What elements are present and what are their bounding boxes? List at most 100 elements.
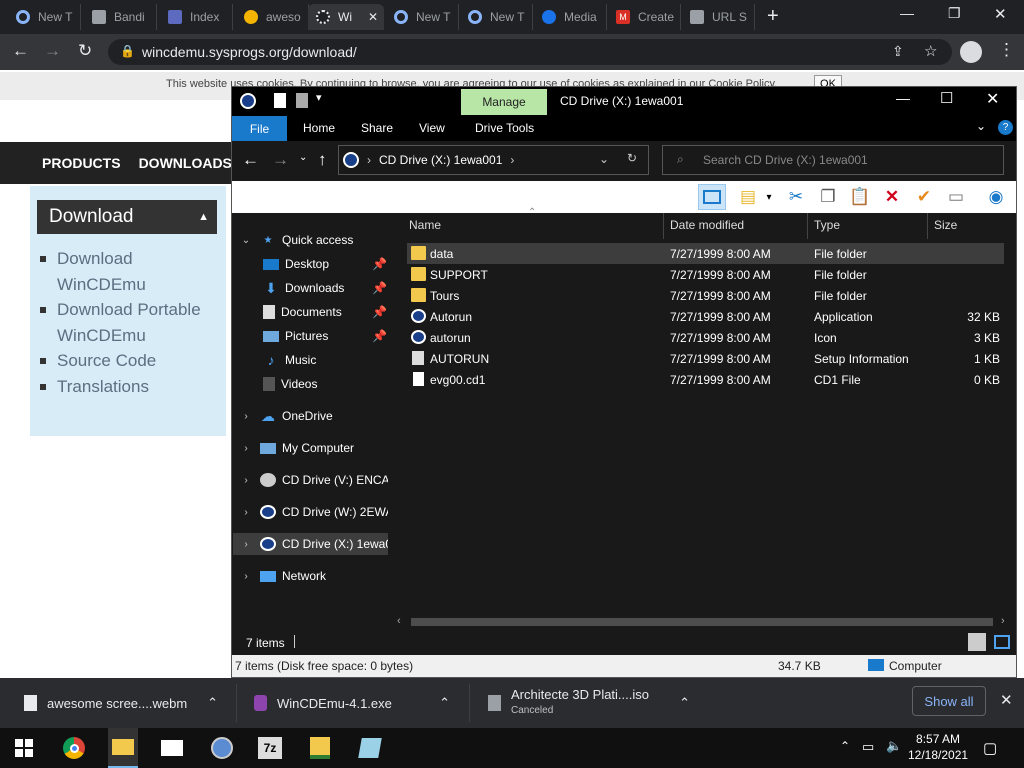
nav-downloads[interactable]: ⬇ Downloads 📌	[263, 277, 387, 299]
file-row[interactable]: SUPPORT 7/27/1999 8:00 AM File folder	[407, 264, 1004, 285]
close-shelf-icon[interactable]: ✕	[1000, 691, 1013, 709]
browser-tab[interactable]: New T	[460, 4, 533, 30]
browser-tab[interactable]: Media	[534, 4, 607, 30]
spreadsheet-icon[interactable]	[306, 734, 334, 762]
nav-quick-access[interactable]: ⌄ ★ Quick access	[238, 229, 354, 251]
cut-icon[interactable]: ✂	[784, 186, 808, 208]
download-section-header[interactable]: Download ▲	[37, 200, 217, 234]
column-size[interactable]: Size	[934, 218, 957, 232]
nav-products[interactable]: PRODUCTS	[42, 155, 121, 171]
new-folder-icon[interactable]	[296, 93, 308, 108]
globe-icon[interactable]: ◉	[984, 186, 1008, 208]
ribbon-tab-share[interactable]: Share	[361, 121, 393, 135]
chevron-up-icon[interactable]: ⌃	[207, 695, 218, 711]
app-icon[interactable]	[208, 734, 236, 762]
show-all-button[interactable]: Show all	[912, 686, 986, 716]
disc-app-icon[interactable]	[356, 734, 384, 762]
chevron-down-icon[interactable]: ⌄	[976, 119, 986, 133]
properties-icon[interactable]: ▤	[736, 186, 760, 208]
column-divider[interactable]	[807, 213, 808, 239]
manage-tab[interactable]: Manage	[461, 89, 547, 115]
file-row[interactable]: Tours 7/27/1999 8:00 AM File folder	[407, 285, 1004, 306]
nav-videos[interactable]: Videos	[263, 373, 317, 395]
help-icon[interactable]: ?	[998, 120, 1013, 135]
clock[interactable]: 8:57 AM 12/18/2021	[908, 731, 968, 763]
column-type[interactable]: Type	[814, 218, 840, 232]
nav-onedrive[interactable]: › ☁ OneDrive	[238, 405, 332, 427]
back-icon[interactable]: ←	[12, 41, 29, 61]
nav-pictures[interactable]: Pictures 📌	[263, 325, 387, 347]
bookmark-star-icon[interactable]: ☆	[924, 42, 937, 60]
7zip-icon[interactable]: 7z	[256, 734, 284, 762]
link-download-wincdemu-cont[interactable]: WinCDEmu	[40, 272, 226, 298]
nav-my-computer[interactable]: › My Computer	[238, 437, 354, 459]
nav-downloads[interactable]: DOWNLOADS	[139, 155, 232, 171]
browser-tab[interactable]: aweso	[236, 4, 309, 30]
nav-cd-drive-v[interactable]: ›CD Drive (V:) ENCART	[238, 469, 388, 491]
quick-access-dropdown-icon[interactable]: ▾	[316, 91, 322, 104]
forward-icon[interactable]: →	[44, 41, 61, 61]
column-name[interactable]: Name	[409, 218, 441, 232]
nav-documents[interactable]: Documents 📌	[263, 301, 387, 323]
nav-cd-drive-x-selected[interactable]: ›CD Drive (X:) 1ewa001	[233, 533, 388, 555]
download-item[interactable]: awesome scree....webm ⌃	[24, 678, 224, 728]
column-divider[interactable]	[927, 213, 928, 239]
browser-tab[interactable]: M Create	[608, 4, 681, 30]
file-row[interactable]: Autorun 7/27/1999 8:00 AM Application 32…	[407, 306, 1004, 327]
details-view-icon[interactable]	[968, 633, 986, 651]
reload-icon[interactable]: ↻	[78, 41, 92, 61]
close-window-icon[interactable]: ✕	[994, 5, 1007, 23]
volume-muted-icon[interactable]: 🔈	[886, 738, 902, 754]
start-icon[interactable]	[10, 734, 38, 762]
refresh-icon[interactable]: ↻	[627, 151, 637, 165]
close-window-icon[interactable]: ✕	[986, 89, 999, 109]
link-translations[interactable]: Translations	[40, 374, 226, 400]
restore-icon[interactable]: ❐	[948, 5, 961, 22]
new-tab-icon[interactable]: +	[767, 5, 779, 28]
browser-tab[interactable]: New T	[386, 4, 459, 30]
paste-icon[interactable]: 📋	[848, 186, 872, 208]
link-download-wincdemu[interactable]: Download	[40, 246, 226, 272]
ribbon-tab-file[interactable]: File	[232, 116, 287, 141]
nav-music[interactable]: ♪ Music	[263, 349, 317, 371]
download-item-canceled[interactable]: Architecte 3D Plati....iso Canceled ⌃	[488, 678, 696, 728]
large-icons-view-icon[interactable]	[994, 635, 1010, 649]
forward-icon[interactable]: →	[272, 150, 289, 170]
chevron-up-icon[interactable]: ⌃	[840, 739, 850, 753]
explorer-search-input[interactable]: ⌕ Search CD Drive (X:) 1ewa001	[662, 145, 1004, 175]
minimize-icon[interactable]: —	[900, 5, 914, 21]
link-source-code[interactable]: Source Code	[40, 348, 226, 374]
back-icon[interactable]: ←	[242, 150, 259, 170]
ribbon-tab-drive-tools[interactable]: Drive Tools	[475, 121, 534, 135]
up-icon[interactable]: ↑	[318, 150, 327, 170]
recent-locations-icon[interactable]: ⌄	[299, 152, 307, 163]
profile-avatar[interactable]	[960, 41, 982, 63]
column-divider[interactable]	[663, 213, 664, 239]
network-status-icon[interactable]: ▭	[862, 739, 874, 755]
nav-cd-drive-w[interactable]: ›CD Drive (W:) 2EWA0	[238, 501, 388, 523]
file-row[interactable]: AUTORUN 7/27/1999 8:00 AM Setup Informat…	[407, 348, 1004, 369]
properties-icon[interactable]	[274, 93, 286, 108]
chevron-up-icon[interactable]: ⌃	[439, 695, 450, 711]
maximize-icon[interactable]: ☐	[940, 89, 953, 107]
browser-tab-active[interactable]: Wi ✕	[308, 4, 384, 30]
file-explorer-icon[interactable]	[108, 728, 138, 768]
link-download-portable-cont[interactable]: WinCDEmu	[40, 323, 226, 349]
browser-tab[interactable]: URL S	[682, 4, 755, 30]
more-menu-icon[interactable]: ⋮	[998, 40, 1015, 60]
close-tab-icon[interactable]: ✕	[368, 10, 378, 24]
dropdown-icon[interactable]: ▾	[762, 186, 776, 208]
check-icon[interactable]: ✔	[912, 186, 936, 208]
file-row-selected[interactable]: data 7/27/1999 8:00 AM File folder	[407, 243, 1004, 264]
preview-pane-icon[interactable]	[698, 184, 726, 210]
share-icon[interactable]: ⇪	[892, 43, 904, 60]
notifications-icon[interactable]: ▢	[983, 739, 997, 757]
address-bar[interactable]: 🔒 wincdemu.sysprogs.org/download/ ⇪ ☆	[108, 39, 952, 65]
link-download-portable[interactable]: Download Portable	[40, 297, 226, 323]
chevron-down-icon[interactable]: ⌄	[599, 152, 609, 166]
delete-icon[interactable]: ✕	[880, 186, 904, 208]
browser-tab[interactable]: New T	[8, 4, 81, 30]
column-date-modified[interactable]: Date modified	[670, 218, 744, 232]
video-editor-icon[interactable]	[158, 734, 186, 762]
chrome-icon[interactable]	[60, 734, 88, 762]
